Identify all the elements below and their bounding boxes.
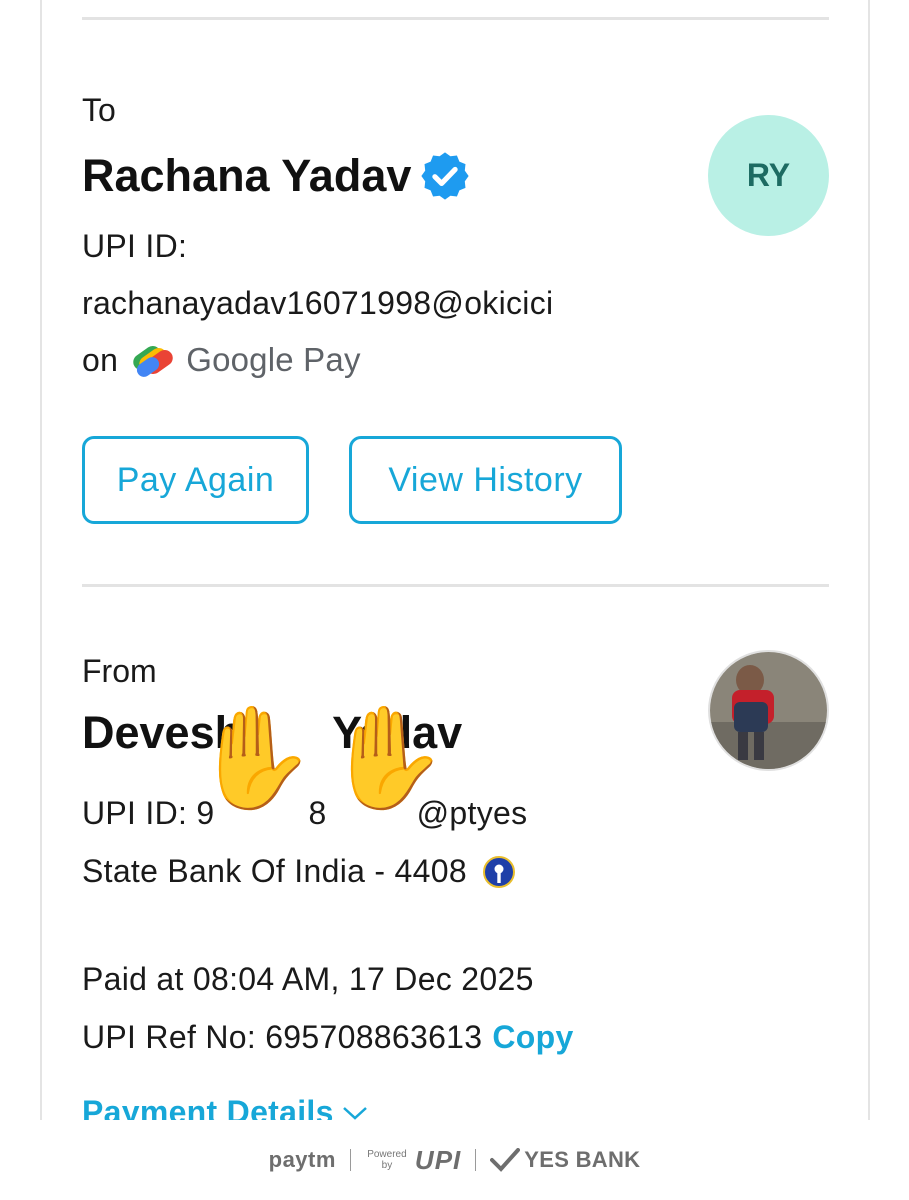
google-pay-logo-icon	[133, 345, 173, 377]
recipient-app-line: on Google Pay	[82, 340, 361, 380]
powered-by-label: Powered by	[367, 1149, 407, 1171]
payment-details-toggle[interactable]: Payment Details	[82, 1094, 368, 1120]
pay-again-button[interactable]: Pay Again	[82, 436, 309, 524]
verified-badge-icon	[421, 152, 469, 200]
recipient-avatar: RY	[708, 115, 829, 236]
sender-bank-line: State Bank Of India - 4408	[82, 853, 517, 890]
on-label: on	[82, 341, 119, 378]
from-label: From	[82, 653, 157, 689]
recipient-name: Rachana Yadav	[82, 150, 412, 201]
raised-hand-emoji-left: ✋	[192, 702, 317, 814]
google-pay-wordmark: Google Pay	[186, 341, 361, 378]
sender-bank: State Bank Of India - 4408	[82, 853, 467, 889]
copy-link[interactable]: Copy	[492, 1019, 573, 1056]
sender-photo	[710, 652, 827, 769]
transaction-card: To Rachana Yadav RY UPI ID: rachanayadav…	[40, 0, 870, 1120]
chevron-down-icon	[342, 1106, 367, 1120]
to-label: To	[82, 92, 116, 128]
footer-separator	[349, 1149, 351, 1171]
yes-bank-check-icon	[490, 1148, 521, 1172]
recipient-upi-label: UPI ID:	[82, 228, 188, 264]
paytm-logo: paytm	[268, 1147, 336, 1172]
ref-line: UPI Ref No: 695708863613 Copy	[82, 1019, 574, 1056]
top-divider	[82, 17, 829, 20]
section-divider	[82, 584, 829, 587]
sender-avatar	[708, 650, 829, 771]
yes-bank-logo: YES BANK	[524, 1147, 641, 1172]
payment-details-label: Payment Details	[82, 1094, 334, 1120]
sbi-logo-icon	[482, 855, 515, 888]
footer-brand-bar: paytm Powered by UPI YES BANK	[0, 1120, 909, 1200]
recipient-upi-id: rachanayadav16071998@okicici	[82, 285, 554, 321]
ref-number: UPI Ref No: 695708863613	[82, 1019, 483, 1055]
upi-logo: UPI	[414, 1144, 462, 1175]
paid-at: Paid at 08:04 AM, 17 Dec 2025	[82, 961, 534, 997]
raised-hand-emoji-right: ✋	[324, 702, 449, 814]
view-history-button[interactable]: View History	[349, 436, 622, 524]
footer-separator	[475, 1149, 477, 1171]
